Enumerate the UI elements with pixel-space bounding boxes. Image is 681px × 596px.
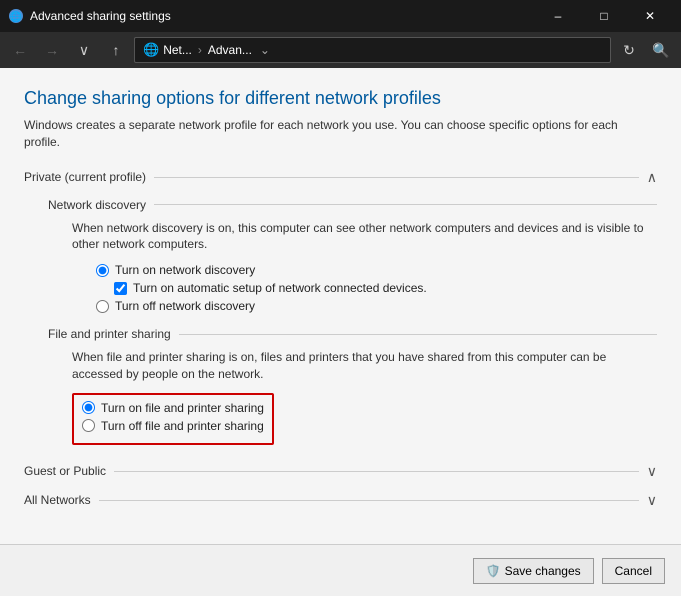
- all-networks-section-label: All Networks: [24, 493, 91, 507]
- title-bar: 🌐 Advanced sharing settings – □ ✕: [0, 0, 681, 32]
- window-title: Advanced sharing settings: [30, 9, 535, 23]
- turn-on-sharing-radio[interactable]: [82, 401, 95, 414]
- turn-on-discovery-option[interactable]: Turn on network discovery: [96, 263, 657, 277]
- file-printer-header: File and printer sharing: [48, 327, 657, 341]
- guest-section: Guest or Public ∨: [24, 463, 657, 480]
- dropdown-button[interactable]: ∨: [70, 36, 98, 64]
- file-printer-line: [179, 334, 657, 335]
- forward-button[interactable]: →: [38, 36, 66, 64]
- network-discovery-header: Network discovery: [48, 198, 657, 212]
- save-icon: 🛡️: [486, 564, 501, 578]
- address-part1: Net...: [163, 43, 192, 57]
- address-bar: ← → ∨ ↑ 🌐 Net... › Advan... ⌄ ↻ 🔍: [0, 32, 681, 68]
- up-button[interactable]: ↑: [102, 36, 130, 64]
- minimize-button[interactable]: –: [535, 0, 581, 32]
- app-icon: 🌐: [8, 8, 24, 24]
- page-subtitle: Windows creates a separate network profi…: [24, 117, 657, 151]
- network-discovery-options: Turn on network discovery Turn on automa…: [96, 263, 657, 313]
- refresh-button[interactable]: ↻: [615, 36, 643, 64]
- auto-setup-checkbox[interactable]: [114, 282, 127, 295]
- address-dropdown-chevron[interactable]: ⌄: [260, 43, 270, 57]
- window-controls: – □ ✕: [535, 0, 673, 32]
- turn-off-discovery-label: Turn off network discovery: [115, 299, 255, 313]
- private-section-header: Private (current profile) ∧: [24, 169, 657, 186]
- file-printer-label: File and printer sharing: [48, 327, 171, 341]
- guest-section-label: Guest or Public: [24, 464, 106, 478]
- all-networks-section-line: [99, 500, 639, 501]
- file-printer-options-bordered: Turn on file and printer sharing Turn of…: [72, 393, 274, 445]
- all-networks-section-header: All Networks ∨: [24, 492, 657, 509]
- turn-on-discovery-radio[interactable]: [96, 264, 109, 277]
- file-printer-subsection: File and printer sharing When file and p…: [48, 327, 657, 449]
- turn-on-sharing-option[interactable]: Turn on file and printer sharing: [82, 401, 264, 415]
- turn-off-sharing-label: Turn off file and printer sharing: [101, 419, 264, 433]
- svg-text:🌐: 🌐: [10, 10, 22, 23]
- guest-section-header: Guest or Public ∨: [24, 463, 657, 480]
- all-networks-section-chevron[interactable]: ∨: [647, 492, 657, 509]
- auto-setup-option[interactable]: Turn on automatic setup of network conne…: [114, 281, 657, 295]
- guest-section-line: [114, 471, 639, 472]
- footer: 🛡️ Save changes Cancel: [0, 544, 681, 596]
- network-discovery-subsection: Network discovery When network discovery…: [48, 198, 657, 314]
- turn-on-sharing-label: Turn on file and printer sharing: [101, 401, 264, 415]
- file-printer-description: When file and printer sharing is on, fil…: [72, 349, 657, 383]
- guest-section-chevron[interactable]: ∨: [647, 463, 657, 480]
- turn-off-discovery-radio[interactable]: [96, 300, 109, 313]
- turn-off-sharing-radio[interactable]: [82, 419, 95, 432]
- main-content: Change sharing options for different net…: [0, 68, 681, 544]
- private-section-label: Private (current profile): [24, 170, 146, 184]
- network-discovery-description: When network discovery is on, this compu…: [72, 220, 657, 254]
- network-discovery-line: [154, 204, 657, 205]
- maximize-button[interactable]: □: [581, 0, 627, 32]
- save-changes-label: Save changes: [505, 564, 581, 578]
- network-discovery-label: Network discovery: [48, 198, 146, 212]
- turn-off-discovery-option[interactable]: Turn off network discovery: [96, 299, 657, 313]
- file-printer-options: Turn on file and printer sharing Turn of…: [82, 401, 264, 433]
- address-field[interactable]: 🌐 Net... › Advan... ⌄: [134, 37, 611, 63]
- search-button[interactable]: 🔍: [647, 36, 675, 64]
- back-button[interactable]: ←: [6, 36, 34, 64]
- address-part2: Advan...: [208, 43, 252, 57]
- turn-on-discovery-label: Turn on network discovery: [115, 263, 255, 277]
- auto-setup-label: Turn on automatic setup of network conne…: [133, 281, 427, 295]
- cancel-button[interactable]: Cancel: [602, 558, 665, 584]
- all-networks-section: All Networks ∨: [24, 492, 657, 509]
- private-section-line: [154, 177, 639, 178]
- save-changes-button[interactable]: 🛡️ Save changes: [473, 558, 594, 584]
- private-section-chevron[interactable]: ∧: [647, 169, 657, 186]
- page-title: Change sharing options for different net…: [24, 88, 657, 109]
- turn-off-sharing-option[interactable]: Turn off file and printer sharing: [82, 419, 264, 433]
- close-button[interactable]: ✕: [627, 0, 673, 32]
